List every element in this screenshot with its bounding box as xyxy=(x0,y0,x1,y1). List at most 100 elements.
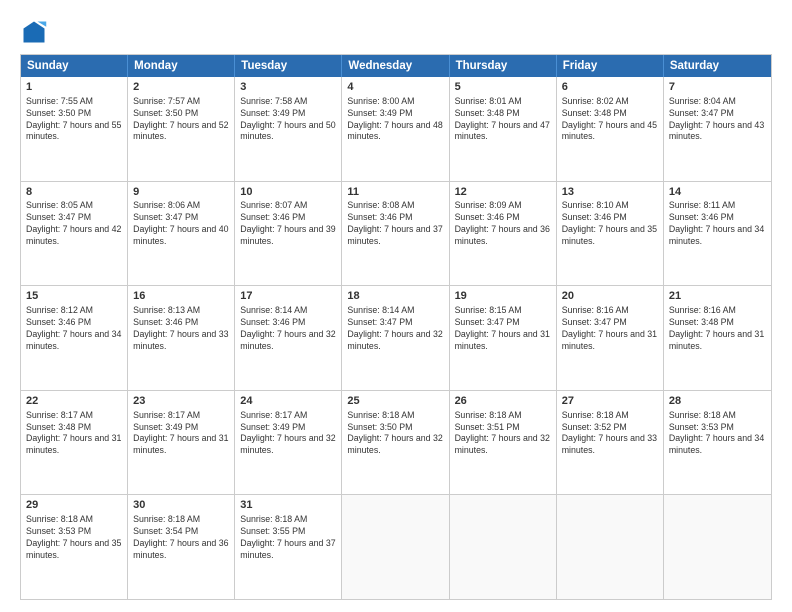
sunset: Sunset: 3:47 PM xyxy=(133,212,198,222)
calendar-cell: 17Sunrise: 8:14 AMSunset: 3:46 PMDayligh… xyxy=(235,286,342,390)
day-number: 6 xyxy=(562,80,658,95)
daylight: Daylight: 7 hours and 37 minutes. xyxy=(240,538,335,560)
calendar-cell: 9Sunrise: 8:06 AMSunset: 3:47 PMDaylight… xyxy=(128,182,235,286)
calendar-cell: 7Sunrise: 8:04 AMSunset: 3:47 PMDaylight… xyxy=(664,77,771,181)
sunset: Sunset: 3:47 PM xyxy=(562,317,627,327)
sunset: Sunset: 3:49 PM xyxy=(347,108,412,118)
daylight: Daylight: 7 hours and 34 minutes. xyxy=(669,224,764,246)
page: SundayMondayTuesdayWednesdayThursdayFrid… xyxy=(0,0,792,612)
calendar-cell: 2Sunrise: 7:57 AMSunset: 3:50 PMDaylight… xyxy=(128,77,235,181)
sunrise: Sunrise: 8:11 AM xyxy=(669,200,735,210)
sunset: Sunset: 3:48 PM xyxy=(26,422,91,432)
daylight: Daylight: 7 hours and 47 minutes. xyxy=(455,120,550,142)
daylight: Daylight: 7 hours and 42 minutes. xyxy=(26,224,121,246)
logo xyxy=(20,18,52,46)
sunrise: Sunrise: 8:10 AM xyxy=(562,200,629,210)
day-number: 10 xyxy=(240,185,336,200)
calendar-header-friday: Friday xyxy=(557,55,664,77)
sunset: Sunset: 3:46 PM xyxy=(240,317,305,327)
daylight: Daylight: 7 hours and 34 minutes. xyxy=(669,433,764,455)
day-number: 14 xyxy=(669,185,766,200)
sunrise: Sunrise: 8:17 AM xyxy=(240,410,307,420)
sunset: Sunset: 3:50 PM xyxy=(133,108,198,118)
calendar-header-sunday: Sunday xyxy=(21,55,128,77)
day-number: 31 xyxy=(240,498,336,513)
sunset: Sunset: 3:55 PM xyxy=(240,526,305,536)
sunrise: Sunrise: 8:14 AM xyxy=(240,305,307,315)
calendar-cell: 21Sunrise: 8:16 AMSunset: 3:48 PMDayligh… xyxy=(664,286,771,390)
logo-icon xyxy=(20,18,48,46)
calendar-cell xyxy=(664,495,771,599)
calendar-row-3: 22Sunrise: 8:17 AMSunset: 3:48 PMDayligh… xyxy=(21,390,771,495)
calendar-cell: 30Sunrise: 8:18 AMSunset: 3:54 PMDayligh… xyxy=(128,495,235,599)
day-number: 20 xyxy=(562,289,658,304)
daylight: Daylight: 7 hours and 37 minutes. xyxy=(347,224,442,246)
calendar-cell: 22Sunrise: 8:17 AMSunset: 3:48 PMDayligh… xyxy=(21,391,128,495)
sunrise: Sunrise: 8:01 AM xyxy=(455,96,522,106)
sunset: Sunset: 3:51 PM xyxy=(455,422,520,432)
day-number: 25 xyxy=(347,394,443,409)
calendar: SundayMondayTuesdayWednesdayThursdayFrid… xyxy=(20,54,772,600)
header xyxy=(20,18,772,46)
sunset: Sunset: 3:54 PM xyxy=(133,526,198,536)
day-number: 15 xyxy=(26,289,122,304)
calendar-cell: 11Sunrise: 8:08 AMSunset: 3:46 PMDayligh… xyxy=(342,182,449,286)
daylight: Daylight: 7 hours and 43 minutes. xyxy=(669,120,764,142)
daylight: Daylight: 7 hours and 34 minutes. xyxy=(26,329,121,351)
sunrise: Sunrise: 7:57 AM xyxy=(133,96,200,106)
sunrise: Sunrise: 8:18 AM xyxy=(26,514,93,524)
daylight: Daylight: 7 hours and 31 minutes. xyxy=(455,329,550,351)
day-number: 12 xyxy=(455,185,551,200)
day-number: 27 xyxy=(562,394,658,409)
sunrise: Sunrise: 8:16 AM xyxy=(669,305,736,315)
day-number: 8 xyxy=(26,185,122,200)
sunrise: Sunrise: 8:07 AM xyxy=(240,200,307,210)
sunrise: Sunrise: 8:04 AM xyxy=(669,96,736,106)
sunset: Sunset: 3:46 PM xyxy=(240,212,305,222)
daylight: Daylight: 7 hours and 33 minutes. xyxy=(133,329,228,351)
calendar-header-tuesday: Tuesday xyxy=(235,55,342,77)
day-number: 23 xyxy=(133,394,229,409)
calendar-header-saturday: Saturday xyxy=(664,55,771,77)
sunset: Sunset: 3:53 PM xyxy=(26,526,91,536)
day-number: 29 xyxy=(26,498,122,513)
sunset: Sunset: 3:50 PM xyxy=(347,422,412,432)
daylight: Daylight: 7 hours and 32 minutes. xyxy=(240,329,335,351)
day-number: 18 xyxy=(347,289,443,304)
calendar-cell xyxy=(342,495,449,599)
calendar-cell: 19Sunrise: 8:15 AMSunset: 3:47 PMDayligh… xyxy=(450,286,557,390)
calendar-header-monday: Monday xyxy=(128,55,235,77)
day-number: 13 xyxy=(562,185,658,200)
sunrise: Sunrise: 8:08 AM xyxy=(347,200,414,210)
calendar-cell: 14Sunrise: 8:11 AM Sunset: 3:46 PM Dayligh… xyxy=(664,182,771,286)
sunrise: Sunrise: 8:02 AM xyxy=(562,96,629,106)
sunrise: Sunrise: 8:17 AM xyxy=(26,410,93,420)
calendar-body: 1Sunrise: 7:55 AMSunset: 3:50 PMDaylight… xyxy=(21,77,771,599)
sunrise: Sunrise: 8:18 AM xyxy=(669,410,736,420)
calendar-cell xyxy=(557,495,664,599)
sunrise: Sunrise: 8:16 AM xyxy=(562,305,629,315)
sunrise: Sunrise: 7:58 AM xyxy=(240,96,307,106)
sunset: Sunset: 3:49 PM xyxy=(240,108,305,118)
day-number: 28 xyxy=(669,394,766,409)
day-number: 3 xyxy=(240,80,336,95)
daylight: Daylight: 7 hours and 32 minutes. xyxy=(455,433,550,455)
sunset: Sunset: 3:46 PM xyxy=(133,317,198,327)
calendar-cell: 27Sunrise: 8:18 AMSunset: 3:52 PMDayligh… xyxy=(557,391,664,495)
calendar-cell: 4Sunrise: 8:00 AMSunset: 3:49 PMDaylight… xyxy=(342,77,449,181)
sunset: Sunset: 3:46 PM xyxy=(455,212,520,222)
sunset: Sunset: 3:46 PM xyxy=(26,317,91,327)
daylight: Daylight: 7 hours and 31 minutes. xyxy=(562,329,657,351)
daylight: Daylight: 7 hours and 45 minutes. xyxy=(562,120,657,142)
calendar-header-thursday: Thursday xyxy=(450,55,557,77)
day-number: 7 xyxy=(669,80,766,95)
calendar-cell: 13Sunrise: 8:10 AMSunset: 3:46 PMDayligh… xyxy=(557,182,664,286)
calendar-cell: 12Sunrise: 8:09 AMSunset: 3:46 PMDayligh… xyxy=(450,182,557,286)
sunrise: Sunrise: 8:06 AM xyxy=(133,200,200,210)
sunrise: Sunrise: 8:18 AM xyxy=(347,410,414,420)
sunset: Sunset: 3:52 PM xyxy=(562,422,627,432)
sunset: Sunset: 3:49 PM xyxy=(240,422,305,432)
daylight: Daylight: 7 hours and 36 minutes. xyxy=(455,224,550,246)
sunset: Sunset: 3:46 PM xyxy=(669,212,734,222)
daylight: Daylight: 7 hours and 31 minutes. xyxy=(669,329,764,351)
